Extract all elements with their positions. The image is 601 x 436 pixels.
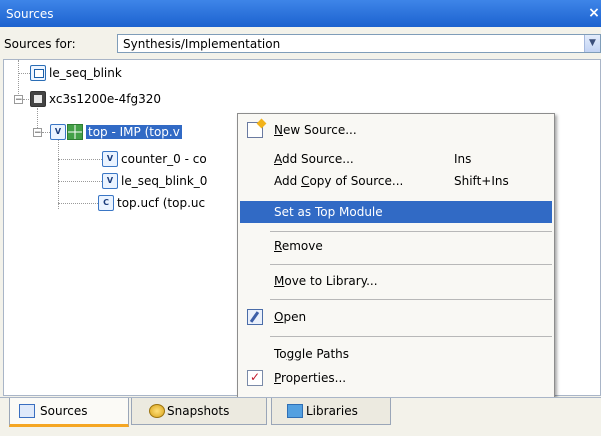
menu-separator: [270, 336, 552, 337]
menu-item-add-copy-of-source[interactable]: Add Copy of Source... Shift+Ins: [240, 170, 552, 192]
menu-item-text: ove to Library...: [284, 274, 378, 288]
menu-item-move-to-library[interactable]: Move to Library...: [240, 270, 552, 292]
tab-sources[interactable]: Sources: [9, 398, 129, 427]
constraints-file-icon: C: [98, 195, 114, 211]
tree-connector: [42, 132, 50, 133]
menu-item-label: Open: [274, 310, 306, 324]
menu-item-text: pen: [283, 310, 307, 324]
chevron-down-icon[interactable]: ▼: [584, 35, 600, 52]
sources-for-value: Synthesis/Implementation: [123, 37, 281, 51]
tab-label: Libraries: [306, 404, 358, 418]
menu-item-text: emove: [281, 239, 323, 253]
menu-item-label: Add Copy of Source...: [274, 174, 403, 188]
menu-separator: [270, 299, 552, 300]
menu-separator: [270, 231, 552, 232]
menu-item-add-source[interactable]: Add Source... Ins: [240, 148, 552, 170]
verilog-module-icon: V: [102, 151, 118, 167]
mnemonic: M: [274, 274, 285, 288]
snapshots-icon: [149, 404, 165, 418]
menu-item-label: Set as Top Module: [274, 205, 383, 219]
tree-node-label: le_seq_blink_0: [121, 174, 208, 188]
title-bar[interactable]: Sources ×: [0, 0, 601, 27]
source-file-icon: [30, 65, 46, 81]
tree-node-label: xc3s1200e-4fg320: [49, 92, 162, 106]
verilog-module-icon: V: [102, 173, 118, 189]
menu-item-set-as-top-module[interactable]: Set as Top Module: [240, 201, 552, 223]
menu-item-text: To: [274, 347, 287, 361]
tree-connector: [18, 73, 30, 74]
mnemonic: P: [274, 371, 282, 385]
menu-item-remove[interactable]: Remove: [240, 235, 552, 257]
libraries-icon: [287, 404, 303, 418]
chip-icon: [30, 91, 46, 107]
tree-node-counter[interactable]: V counter_0 - co: [102, 150, 207, 168]
tree-node-label: counter_0 - co: [121, 152, 207, 166]
tree-node-le-seq-blink[interactable]: le_seq_blink: [30, 64, 122, 82]
tab-label: Sources: [40, 404, 88, 418]
verilog-module-icon: V: [50, 124, 66, 140]
close-icon[interactable]: ×: [587, 6, 601, 20]
menu-item-label: New Source...: [274, 123, 357, 137]
menu-item-toggle-paths[interactable]: Toggle Paths: [240, 343, 552, 365]
shortcut-label: Ins: [454, 152, 472, 166]
bottom-tab-bar: Sources Snapshots Libraries: [0, 397, 601, 436]
panel-title: Sources: [6, 6, 54, 21]
tree-node-top-ucf[interactable]: C top.ucf (top.uc: [98, 194, 205, 212]
tree-connector: [18, 60, 19, 100]
properties-icon: ✓: [247, 370, 263, 386]
top-module-icon: [67, 124, 83, 140]
open-icon: [247, 309, 263, 325]
menu-item-text: roperties...: [281, 371, 347, 385]
tab-snapshots[interactable]: Snapshots: [131, 398, 267, 425]
context-menu: New Source... Add Source... Ins Add Copy…: [237, 113, 555, 404]
menu-item-label: Toggle Paths: [274, 347, 349, 361]
menu-item-properties[interactable]: ✓ Properties...: [240, 367, 552, 389]
shortcut-label: Shift+Ins: [454, 174, 509, 188]
menu-item-text: gle Paths: [294, 347, 350, 361]
sources-for-label: Sources for:: [4, 37, 76, 51]
menu-item-text: dd Source...: [282, 152, 354, 166]
tree-node-label: top - IMP (top.v: [86, 125, 182, 139]
tree-node-le-seq-blink-0[interactable]: V le_seq_blink_0: [102, 172, 207, 190]
menu-item-text: ew Source...: [282, 123, 357, 137]
menu-item-label: Move to Library...: [274, 274, 378, 288]
tree-node-label: le_seq_blink: [49, 66, 122, 80]
menu-item-label: Properties...: [274, 371, 346, 385]
menu-item-open[interactable]: Open: [240, 306, 552, 328]
menu-separator: [270, 264, 552, 265]
tree-connector: [23, 99, 29, 100]
mnemonic: R: [274, 239, 282, 253]
sources-for-select[interactable]: Synthesis/Implementation ▼: [117, 34, 601, 53]
tab-label: Snapshots: [167, 404, 230, 418]
mnemonic: N: [274, 123, 283, 137]
menu-item-label: Add Source...: [274, 152, 354, 166]
sources-icon: [19, 404, 35, 418]
mnemonic: A: [274, 152, 282, 166]
collapse-icon[interactable]: −: [33, 128, 42, 138]
sources-panel: Sources × Sources for: Synthesis/Impleme…: [0, 0, 601, 436]
tab-libraries[interactable]: Libraries: [271, 398, 391, 425]
menu-item-label: Remove: [274, 239, 323, 253]
collapse-icon[interactable]: −: [14, 95, 23, 105]
tree-connector: [58, 140, 59, 209]
tree-node-top[interactable]: V top - IMP (top.v: [50, 123, 182, 141]
tree-node-device[interactable]: xc3s1200e-4fg320: [30, 90, 161, 108]
tree-connector: [58, 159, 102, 160]
tree-connector: [58, 181, 102, 182]
sources-for-row: Sources for: Synthesis/Implementation ▼: [0, 33, 601, 55]
tree-node-label: top.ucf (top.uc: [117, 196, 206, 210]
menu-item-text: opy of Source...: [309, 174, 404, 188]
tree-connector: [58, 203, 98, 204]
menu-item-new-source[interactable]: New Source...: [240, 119, 552, 141]
menu-item-text: Add: [274, 174, 302, 188]
new-source-icon: [247, 122, 263, 138]
